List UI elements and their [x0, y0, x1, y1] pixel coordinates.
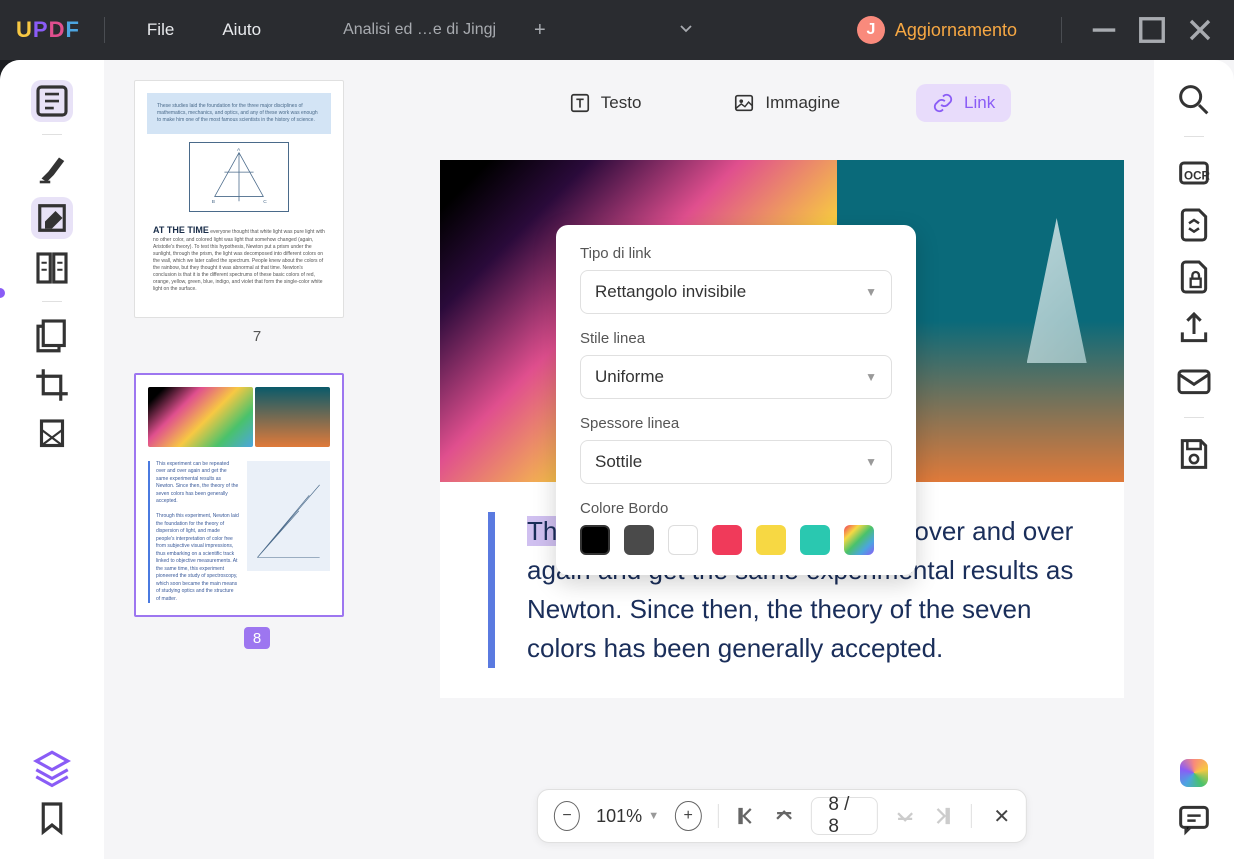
color-white[interactable] — [668, 525, 698, 555]
active-indicator — [0, 288, 5, 298]
right-sidebar: OCR — [1154, 60, 1234, 859]
thumbnail-page-7[interactable]: These studies laid the foundation for th… — [134, 80, 344, 318]
thumbnail-label-selected: 8 — [244, 627, 270, 649]
prev-page-button[interactable] — [773, 803, 796, 829]
window-close-icon[interactable] — [1182, 12, 1218, 48]
window-minimize-icon[interactable] — [1086, 12, 1122, 48]
menu-help[interactable]: Aiuto — [204, 14, 279, 46]
color-swatches — [580, 525, 892, 555]
thumbnail-page-8[interactable]: This experiment can be repeated over and… — [134, 373, 344, 618]
line-weight-select[interactable]: Sottile▼ — [580, 440, 892, 484]
save-icon[interactable] — [1174, 434, 1214, 474]
search-icon[interactable] — [1174, 80, 1214, 120]
edit-toolbar: Testo Immagine Link — [410, 76, 1154, 130]
highlight-tool[interactable] — [31, 147, 73, 189]
svg-text:A: A — [237, 147, 241, 153]
zoom-in-button[interactable]: + — [675, 801, 701, 831]
image-icon — [733, 92, 755, 114]
comment-icon[interactable] — [1174, 799, 1214, 839]
svg-text:OCR: OCR — [1184, 170, 1210, 183]
titlebar: UPDF File Aiuto Analisi ed …e di Jingj +… — [0, 0, 1234, 60]
link-type-label: Tipo di link — [580, 245, 892, 262]
divider — [1061, 17, 1062, 43]
link-icon — [932, 92, 954, 114]
close-bar-button[interactable]: ✕ — [993, 804, 1010, 829]
page-number-input[interactable]: 8 / 8 — [811, 797, 877, 835]
update-label: Aggiornamento — [895, 20, 1017, 41]
link-type-select[interactable]: Rettangolo invisibile▼ — [580, 270, 892, 314]
svg-text:C: C — [263, 199, 267, 205]
share-icon[interactable] — [1174, 309, 1214, 349]
pages-tool[interactable] — [31, 314, 73, 356]
color-rainbow[interactable] — [844, 525, 874, 555]
svg-text:B: B — [212, 199, 215, 205]
chevron-down-icon: ▼ — [865, 455, 877, 469]
window-maximize-icon[interactable] — [1134, 12, 1170, 48]
bookmark-tool[interactable] — [31, 797, 73, 839]
link-properties-popup: Tipo di link Rettangolo invisibile▼ Stil… — [556, 225, 916, 575]
link-tool[interactable]: Link — [916, 84, 1011, 122]
convert-icon[interactable] — [1174, 205, 1214, 245]
watermark-tool[interactable] — [31, 414, 73, 456]
ocr-icon[interactable]: OCR — [1174, 153, 1214, 193]
tab-dropdown-icon[interactable] — [678, 20, 694, 41]
thumbnail-label: 7 — [134, 328, 380, 345]
thumbnails-panel[interactable]: These studies laid the foundation for th… — [104, 60, 410, 859]
line-weight-label: Spessore linea — [580, 415, 892, 432]
reader-tool[interactable] — [31, 80, 73, 122]
protect-icon[interactable] — [1174, 257, 1214, 297]
color-black[interactable] — [580, 525, 610, 555]
color-yellow[interactable] — [756, 525, 786, 555]
ai-assistant-icon[interactable] — [1180, 759, 1208, 787]
user-avatar: J — [857, 16, 885, 44]
email-icon[interactable] — [1174, 361, 1214, 401]
zoom-out-button[interactable]: − — [554, 801, 580, 831]
first-page-button[interactable] — [734, 803, 757, 829]
chevron-down-icon: ▼ — [865, 370, 877, 384]
image-tool[interactable]: Immagine — [717, 84, 856, 122]
menu-file[interactable]: File — [129, 14, 192, 46]
line-style-label: Stile linea — [580, 330, 892, 347]
color-darkgray[interactable] — [624, 525, 654, 555]
color-teal[interactable] — [800, 525, 830, 555]
layers-tool[interactable] — [31, 747, 73, 789]
zoom-value[interactable]: 101%▼ — [596, 806, 659, 827]
app-logo: UPDF — [16, 17, 80, 43]
divider — [104, 17, 105, 43]
tab-new-icon[interactable]: + — [534, 19, 546, 42]
text-tool[interactable]: Testo — [553, 84, 658, 122]
bottom-nav-bar: − 101%▼ + 8 / 8 ✕ — [537, 789, 1027, 843]
color-red[interactable] — [712, 525, 742, 555]
line-style-select[interactable]: Uniforme▼ — [580, 355, 892, 399]
chevron-down-icon: ▼ — [865, 285, 877, 299]
text-icon — [569, 92, 591, 114]
left-sidebar — [0, 60, 104, 859]
update-button[interactable]: J Aggiornamento — [857, 16, 1017, 44]
next-page-button[interactable] — [893, 803, 916, 829]
document-tab[interactable]: Analisi ed …e di Jingj — [331, 15, 508, 45]
edit-tool[interactable] — [31, 197, 73, 239]
border-color-label: Colore Bordo — [580, 500, 892, 517]
diagram-placeholder: A B C — [189, 142, 289, 212]
organize-tool[interactable] — [31, 247, 73, 289]
crop-tool[interactable] — [31, 364, 73, 406]
last-page-button[interactable] — [932, 803, 955, 829]
